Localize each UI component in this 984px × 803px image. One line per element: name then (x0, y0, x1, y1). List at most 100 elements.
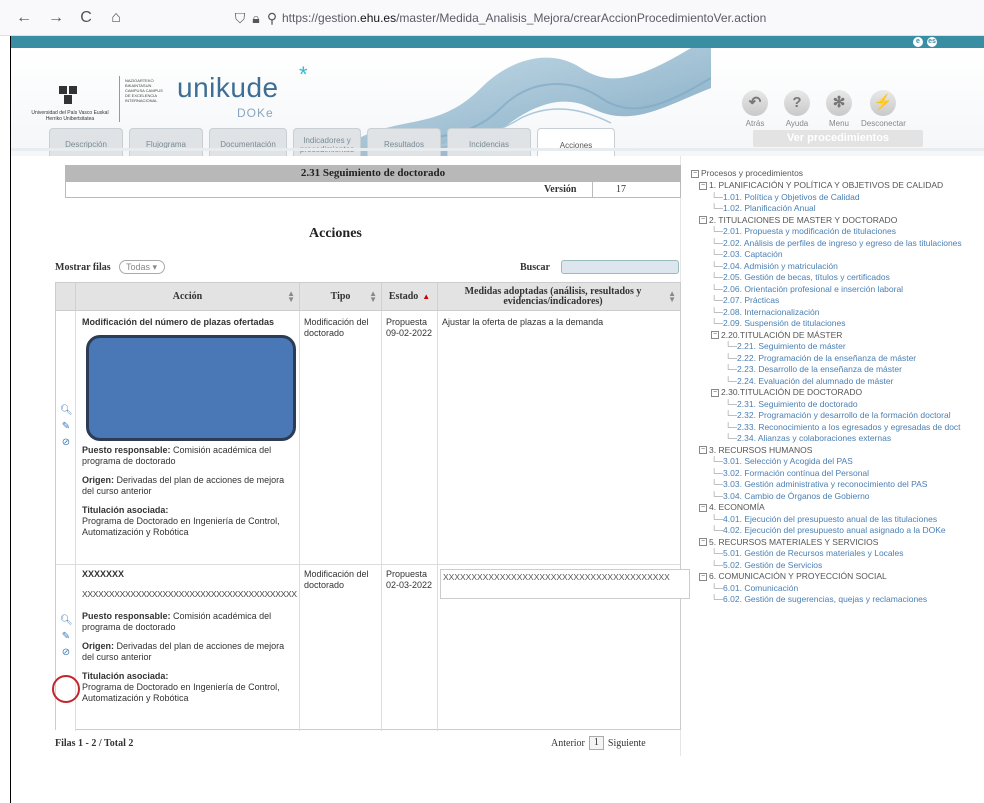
header-accion[interactable]: Acción ▲ ▼ (76, 283, 300, 311)
disconnect-button[interactable]: ⚡ Desconectar (861, 90, 906, 128)
next-page-button[interactable]: Siguiente (608, 738, 646, 749)
tree-section[interactable]: −5. RECURSOS MATERIALES Y SERVICIOS (699, 537, 878, 548)
tree-item-label: 4.01. Ejecución del presupuesto anual de… (723, 513, 938, 524)
tree-item[interactable]: └─2.33. Reconocimiento a los egresados y… (725, 422, 961, 433)
tree-item[interactable]: └─2.24. Evaluación del alumnado de máste… (725, 376, 893, 387)
prev-page-button[interactable]: Anterior (551, 738, 585, 749)
actions-table: Acción ▲ ▼ Tipo ▲ ▼ Estado ▲ Medidas adopt… (52, 282, 690, 731)
lang-button-eu[interactable]: e (913, 37, 923, 47)
collapse-icon[interactable]: − (691, 169, 699, 178)
tree-item[interactable]: └─2.04. Admisión y matriculación (711, 261, 838, 272)
tree-item[interactable]: └─3.02. Formación contínua del Personal (711, 468, 869, 479)
tree-item[interactable]: └─4.01. Ejecución del presupuesto anual … (711, 514, 937, 525)
header-estado[interactable]: Estado ▲ (382, 283, 438, 311)
header-medidas[interactable]: Medidas adoptadas (análisis, resultados … (438, 283, 680, 311)
tree-item-label: 6.02. Gestión de sugerencias, quejas y r… (723, 594, 928, 604)
sort-icon[interactable]: ▲ ▼ (287, 290, 295, 304)
tree-item[interactable]: └─2.08. Internacionalización (711, 307, 819, 318)
tree-item-label: 2.32. Programación y desarrollo de la fo… (737, 410, 951, 420)
tree-item[interactable]: └─5.01. Gestión de Recursos materiales y… (711, 548, 904, 559)
upv-logo[interactable]: Universidad del País Vasco Euskal Herrik… (31, 82, 109, 132)
tree-item-label: 2.24. Evaluación del alumnado de máster (737, 375, 894, 386)
back-button[interactable]: ↶ Atrás (733, 90, 777, 128)
search-input[interactable] (561, 260, 679, 274)
edit-icon[interactable]: ✎ (60, 421, 72, 433)
tree-section[interactable]: −2.30.TITULACIÓN DE DOCTORADO (711, 387, 862, 398)
ver-procedimientos-button[interactable]: Ver procedimientos (753, 130, 923, 147)
tree-section[interactable]: −4. ECONOMÍA (699, 502, 765, 513)
tree-item[interactable]: └─2.23. Desarrollo de la enseñanza de má… (725, 364, 902, 375)
tree-section[interactable]: −1. PLANIFICACIÓN Y POLÍTICA Y OBJETIVOS… (699, 180, 943, 191)
tree-section[interactable]: −3. RECURSOS HUMANOS (699, 445, 812, 456)
tree-section[interactable]: −2.20.TITULACIÓN DE MÁSTER (711, 330, 842, 341)
show-rows-select[interactable]: Todas ▾ (119, 260, 165, 274)
tree-item[interactable]: └─6.02. Gestión de sugerencias, quejas y… (711, 594, 927, 605)
tree-item-label: 6. COMUNICACIÓN Y PROYECCIÓN SOCIAL (709, 571, 887, 581)
shield-icon[interactable]: ⛉ (232, 8, 248, 28)
sort-asc-icon[interactable]: ▲ (422, 293, 430, 301)
sort-icon[interactable]: ▲ ▼ (369, 290, 377, 304)
tree-item-label: 2.31. Seguimiento de doctorado (737, 398, 858, 409)
menu-label: Menu (828, 119, 849, 128)
tree-item-label: 2.02. Análisis de perfiles de ingreso y … (723, 237, 962, 248)
collapse-icon[interactable]: − (699, 446, 707, 455)
tree-item[interactable]: └─2.09. Suspensión de titulaciones (711, 318, 845, 329)
collapse-icon[interactable]: − (699, 216, 707, 225)
sort-icon[interactable]: ▲ ▼ (668, 290, 676, 304)
collapse-icon[interactable]: − (699, 538, 707, 547)
home-icon[interactable]: ⌂ (106, 8, 126, 28)
edit-icon[interactable]: ✎ (60, 631, 72, 643)
tree-section[interactable]: −2. TITULACIONES DE MASTER Y DOCTORADO (699, 215, 897, 226)
tree-connector: └─ (711, 203, 724, 213)
brand-name[interactable]: unikude (177, 72, 279, 104)
tree-item[interactable]: └─1.01. Política y Objetivos de Calidad (711, 192, 860, 203)
tree-item[interactable]: └─2.21. Seguimiento de máster (725, 341, 846, 352)
permissions-icon[interactable]: ⚲ (264, 8, 280, 28)
lang-button-es[interactable]: es (927, 37, 937, 47)
attachment-icon[interactable]: ⊘ (60, 647, 72, 659)
collapse-icon[interactable]: − (699, 181, 707, 190)
puesto-responsable: Puesto responsable: Comisión académica d… (82, 611, 298, 633)
tree-item[interactable]: └─2.34. Alianzas y colaboraciones extern… (725, 433, 891, 444)
back-arrow-icon[interactable]: ← (14, 8, 34, 28)
main-content: 2.31 Seguimiento de doctorado Versión 17… (39, 156, 690, 756)
view-icon[interactable]: 🔍︎ (60, 615, 73, 627)
forward-arrow-icon[interactable]: → (46, 8, 66, 28)
tree-item[interactable]: └─2.05. Gestión de becas, títulos y cert… (711, 272, 890, 283)
tree-section[interactable]: −6. COMUNICACIÓN Y PROYECCIÓN SOCIAL (699, 571, 887, 582)
url-bar[interactable]: https://gestion.ehu.es/master/Medida_Ana… (282, 8, 766, 28)
header-medidas-label: Medidas adoptadas (análisis, resultados … (464, 286, 642, 307)
collapse-icon[interactable]: − (699, 572, 707, 581)
tree-item[interactable]: └─2.07. Prácticas (711, 295, 779, 306)
tree-item[interactable]: └─2.32. Programación y desarrollo de la … (725, 410, 951, 421)
tree-item[interactable]: └─2.31. Seguimiento de doctorado (725, 399, 858, 410)
tree-item[interactable]: └─2.03. Captación (711, 249, 783, 260)
attachment-icon[interactable]: ⊘ (60, 437, 72, 449)
tree-item[interactable]: └─3.01. Selección y Acogida del PAS (711, 456, 853, 467)
header-tipo[interactable]: Tipo ▲ ▼ (300, 283, 382, 311)
lock-icon[interactable]: 🔒︎ (248, 8, 264, 28)
view-icon[interactable]: 🔍︎ (60, 405, 73, 417)
tree-item[interactable]: └─3.04. Cambio de Órganos de Gobierno (711, 491, 870, 502)
tree-item-label: 2.23. Desarrollo de la enseñanza de mást… (737, 364, 902, 374)
tree-item[interactable]: └─1.02. Planificación Anual (711, 203, 816, 214)
tree-item[interactable]: └─2.06. Orientación profesional e inserc… (711, 284, 903, 295)
accion-title: Modificación del número de plazas oferta… (82, 317, 275, 327)
tree-item[interactable]: └─2.01. Propuesta y modificación de titu… (711, 226, 896, 237)
tree-item[interactable]: └─3.03. Gestión administrativa y reconoc… (711, 479, 927, 490)
collapse-icon[interactable]: − (711, 388, 719, 397)
collapse-icon[interactable]: − (711, 331, 719, 340)
tree-item[interactable]: └─6.01. Comunicación (711, 583, 798, 594)
menu-button[interactable]: ✻ Menu (817, 90, 861, 128)
tree-root[interactable]: − Procesos y procedimientos (691, 168, 803, 179)
collapse-icon[interactable]: − (699, 503, 707, 512)
reload-icon[interactable]: C (76, 8, 96, 28)
tree-item[interactable]: └─2.22. Programación de la enseñanza de … (725, 353, 916, 364)
titulacion-label: Titulación asociada: (82, 505, 169, 515)
tree-item[interactable]: └─5.02. Gestión de Servicios (711, 560, 822, 571)
tree-item[interactable]: └─2.02. Análisis de perfiles de ingreso … (711, 238, 962, 249)
tree-item[interactable]: └─4.02. Ejecución del presupuesto anual … (711, 525, 946, 536)
page-number-button[interactable]: 1 (588, 736, 604, 750)
tree-connector: └─ (725, 433, 738, 443)
help-button[interactable]: ? Ayuda (775, 90, 819, 128)
